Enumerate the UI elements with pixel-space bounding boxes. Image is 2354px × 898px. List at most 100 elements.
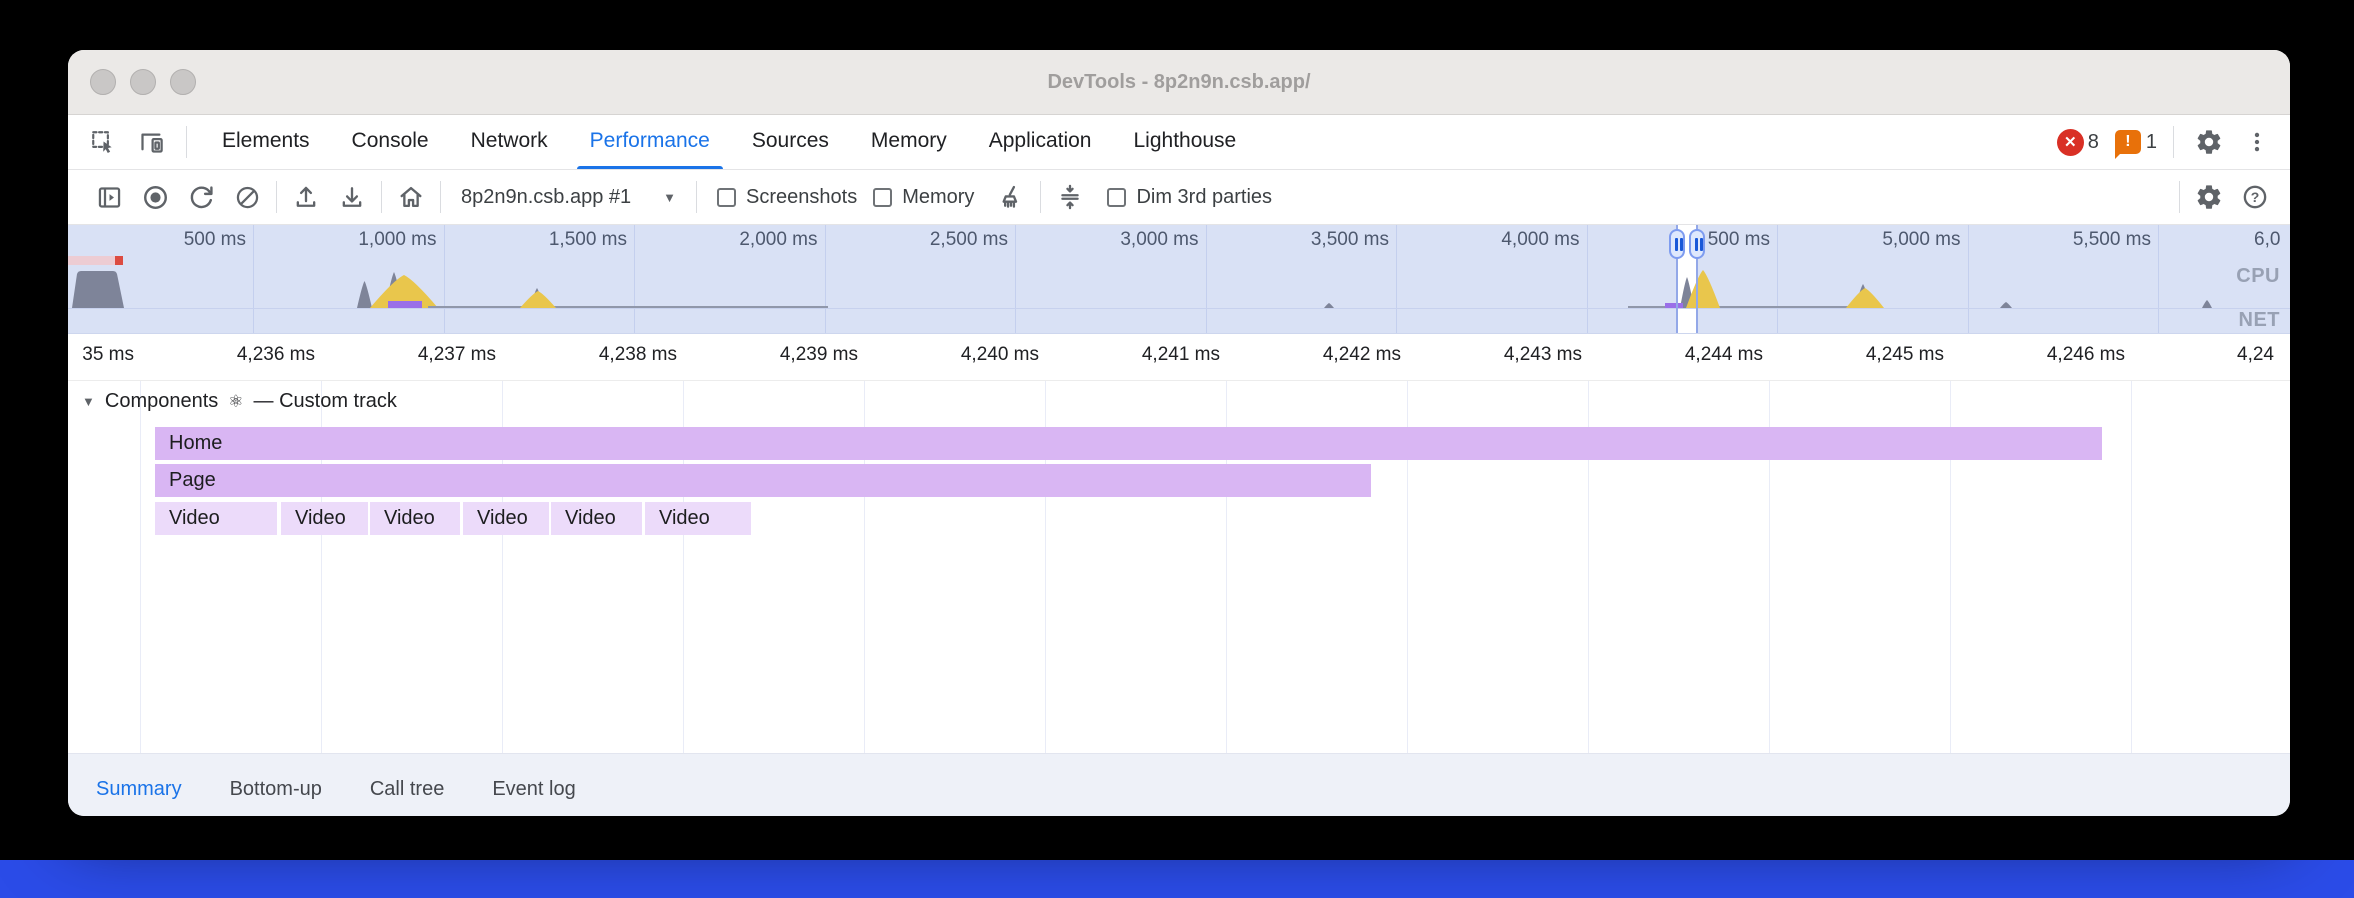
- live-metrics-button[interactable]: [394, 178, 428, 216]
- collect-garbage-button[interactable]: [994, 178, 1028, 216]
- clear-button[interactable]: [230, 178, 264, 216]
- cpu-activity-yellow: [1846, 288, 1884, 308]
- track-entry-video[interactable]: Video: [645, 502, 751, 535]
- overview-tick-label: 3,000 ms: [1120, 229, 1198, 251]
- overview-tick-label: 500 ms: [1708, 229, 1770, 251]
- download-icon: [338, 183, 366, 211]
- track-entry-video[interactable]: Video: [370, 502, 460, 535]
- network-request-bar: [68, 256, 115, 265]
- ruler-tick-label: 4,243 ms: [1504, 344, 1582, 366]
- track-entry-video[interactable]: Video: [463, 502, 549, 535]
- cpu-activity-yellow: [1686, 270, 1720, 308]
- gear-icon: [2195, 128, 2223, 156]
- block-icon: [234, 184, 261, 211]
- gear-icon: [2195, 183, 2223, 211]
- ruler-tick-label: 4,245 ms: [1866, 344, 1944, 366]
- load-profile-button[interactable]: [289, 178, 323, 216]
- selection-left-handle[interactable]: [1669, 229, 1685, 259]
- capture-settings-button[interactable]: [2192, 178, 2226, 216]
- issue-count: 1: [2146, 131, 2157, 154]
- memory-label: Memory: [902, 186, 974, 209]
- issues-button[interactable]: ! 1: [2115, 130, 2157, 154]
- devtools-menu-button[interactable]: [2238, 123, 2276, 161]
- tab-lighthouse[interactable]: Lighthouse: [1112, 115, 1257, 169]
- track-subtitle: — Custom track: [254, 390, 397, 413]
- device-toolbar-icon: [138, 129, 165, 156]
- overview-tick-label: 6,0: [2254, 229, 2280, 251]
- overview-tick-label: 5,500 ms: [2073, 229, 2151, 251]
- ruler-tick-label: 4,237 ms: [418, 344, 496, 366]
- tab-application[interactable]: Application: [968, 115, 1113, 169]
- toggle-sidebar-button[interactable]: [92, 178, 126, 216]
- track-entry-video[interactable]: Video: [155, 502, 277, 535]
- track-entry-video[interactable]: Video: [551, 502, 642, 535]
- svg-text:?: ?: [2251, 189, 2260, 205]
- tab-console[interactable]: Console: [331, 115, 450, 169]
- upload-icon: [292, 183, 320, 211]
- track-entry-page[interactable]: Page: [155, 464, 1371, 497]
- timeline-overview[interactable]: 500 ms1,000 ms1,500 ms2,000 ms2,500 ms3,…: [68, 225, 2290, 334]
- record-button[interactable]: [138, 178, 172, 216]
- bottom-tab-event-log[interactable]: Event log: [492, 754, 575, 816]
- help-button[interactable]: ?: [2238, 178, 2272, 216]
- track-entry-home[interactable]: Home: [155, 427, 2102, 460]
- collapse-arrow-icon[interactable]: ▼: [82, 394, 95, 409]
- record-icon: [141, 183, 170, 212]
- bottom-tab-summary[interactable]: Summary: [96, 754, 182, 816]
- home-icon: [397, 183, 425, 211]
- errors-button[interactable]: ✕ 8: [2057, 129, 2099, 156]
- cpu-activity-yellow: [520, 291, 556, 308]
- window-title: DevTools - 8p2n9n.csb.app/: [68, 50, 2290, 114]
- issue-icon: !: [2115, 130, 2141, 154]
- inspect-element-button[interactable]: [84, 123, 122, 161]
- tab-memory[interactable]: Memory: [850, 115, 968, 169]
- tab-network[interactable]: Network: [450, 115, 569, 169]
- devtools-settings-button[interactable]: [2190, 123, 2228, 161]
- checkbox-box: [717, 188, 736, 207]
- screenshots-checkbox[interactable]: Screenshots: [717, 186, 857, 209]
- chevron-down-icon[interactable]: ▼: [663, 190, 676, 205]
- flame-chart-area[interactable]: ▼ Components ⚛ — Custom track Home Page Vi…: [68, 381, 2290, 753]
- separator: [2173, 126, 2174, 158]
- tab-sources[interactable]: Sources: [731, 115, 850, 169]
- ruler-tick-label: 4,241 ms: [1142, 344, 1220, 366]
- overview-tick-label: 500 ms: [184, 229, 246, 251]
- overview-tick-label: 3,500 ms: [1311, 229, 1389, 251]
- checkbox-box: [1107, 188, 1126, 207]
- cpu-activity-purple: [388, 301, 422, 308]
- devtools-tabbar: ElementsConsoleNetworkPerformanceSources…: [68, 115, 2290, 170]
- performance-toolbar: 8p2n9n.csb.app #1 ▼ Screenshots Memory: [68, 170, 2290, 225]
- error-icon: ✕: [2057, 129, 2084, 156]
- device-toolbar-button[interactable]: [132, 123, 170, 161]
- tab-performance[interactable]: Performance: [569, 115, 731, 169]
- track-entry-video[interactable]: Video: [281, 502, 368, 535]
- ruler-tick-label: 4,246 ms: [2047, 344, 2125, 366]
- window-titlebar: DevTools - 8p2n9n.csb.app/: [68, 50, 2290, 115]
- shortcuts-dialog-button[interactable]: [1053, 178, 1087, 216]
- ruler-tick-label: 4,242 ms: [1323, 344, 1401, 366]
- custom-track-header[interactable]: ▼ Components ⚛ — Custom track: [82, 390, 397, 413]
- selection-right-handle[interactable]: [1689, 229, 1705, 259]
- tab-elements[interactable]: Elements: [201, 115, 331, 169]
- dim-3rd-parties-checkbox[interactable]: Dim 3rd parties: [1107, 186, 1272, 209]
- net-track-divider: [68, 308, 2290, 309]
- bottom-tabbar: Summary Bottom-up Call tree Event log: [68, 753, 2290, 816]
- background-browser-strip: [0, 860, 2354, 898]
- bottom-tab-call-tree[interactable]: Call tree: [370, 754, 444, 816]
- page-row: Page: [68, 464, 2290, 497]
- cpu-activity-gray: [72, 271, 124, 308]
- checkbox-box: [873, 188, 892, 207]
- overview-tick-label: 1,000 ms: [358, 229, 436, 251]
- save-profile-button[interactable]: [335, 178, 369, 216]
- track-title: Components: [105, 390, 218, 413]
- record-and-reload-button[interactable]: [184, 178, 218, 216]
- profile-select[interactable]: 8p2n9n.csb.app #1: [461, 186, 631, 209]
- timeline-ruler: 35 ms4,236 ms4,237 ms4,238 ms4,239 ms4,2…: [68, 334, 2290, 381]
- ruler-tick-label: 4,240 ms: [961, 344, 1039, 366]
- dim-3rd-parties-label: Dim 3rd parties: [1136, 186, 1272, 209]
- overview-tick-label: 5,000 ms: [1882, 229, 1960, 251]
- cpu-track-label: CPU: [2236, 265, 2280, 288]
- separator: [186, 126, 187, 158]
- memory-checkbox[interactable]: Memory: [873, 186, 974, 209]
- bottom-tab-bottom-up[interactable]: Bottom-up: [230, 754, 322, 816]
